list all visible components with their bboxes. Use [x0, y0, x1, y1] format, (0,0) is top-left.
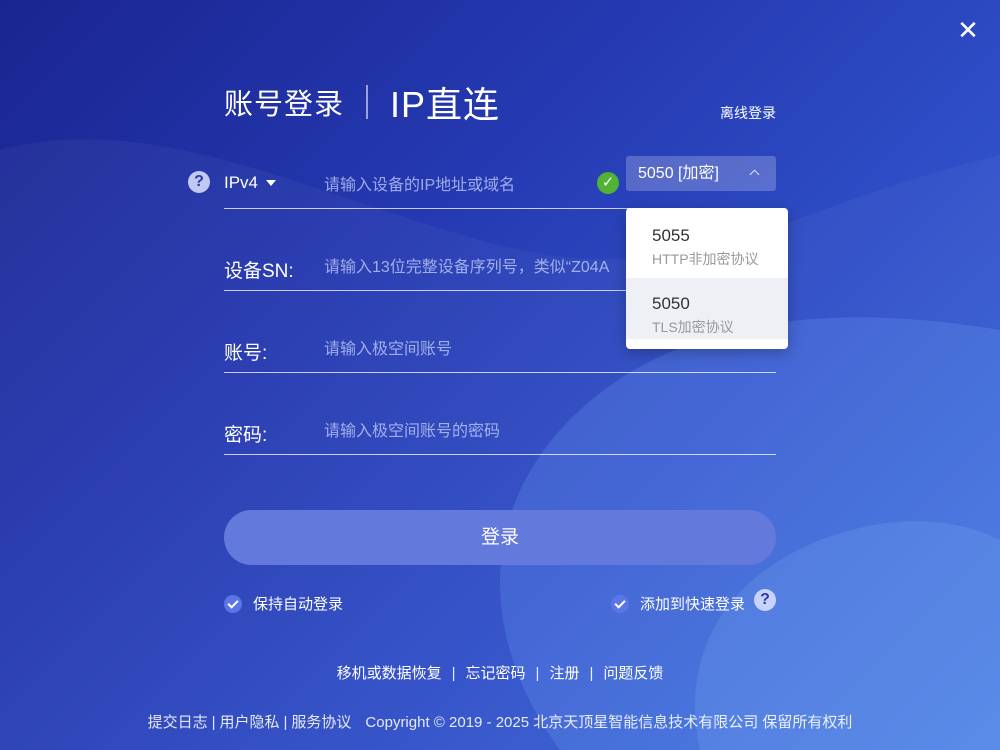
help-icon[interactable]: ? — [188, 171, 210, 193]
ip-version-label: IPv4 — [224, 173, 259, 192]
check-circle-icon: ✓ — [597, 172, 619, 194]
checkbox-checked-icon — [611, 594, 629, 613]
port-option-5055[interactable]: 5055 HTTP非加密协议 — [626, 208, 788, 278]
account-label: 账号: — [224, 343, 268, 364]
link-separator: | — [535, 665, 540, 682]
copyright-text: Copyright © 2019 - 2025 北京天顶星智能信息技术有限公司 … — [365, 714, 853, 731]
port-option-desc: TLS加密协议 — [652, 319, 734, 335]
port-option-5050[interactable]: 5050 TLS加密协议 — [626, 278, 788, 339]
login-tabs: 账号登录 IP直连 — [224, 80, 500, 125]
port-option-number: 5050 — [652, 294, 690, 313]
forgot-password-link[interactable]: 忘记密码 — [466, 665, 526, 682]
caret-down-icon — [266, 180, 277, 186]
chevron-up-icon — [749, 169, 760, 180]
password-field: 密码: — [224, 410, 776, 455]
tab-ip-direct[interactable]: IP直连 — [390, 76, 500, 128]
link-separator: | — [451, 665, 456, 682]
ip-address-input[interactable] — [322, 170, 586, 202]
footer: 提交日志 | 用户隐私 | 服务协议 Copyright © 2019 - 2025 北京… — [0, 711, 1000, 732]
port-option-number: 5055 — [652, 226, 690, 245]
login-window: ✕ 账号登录 IP直连 离线登录 ? IPv4 ✓ 5050 [加密] 5055… — [0, 0, 1000, 750]
tab-account-login[interactable]: 账号登录 — [224, 81, 344, 123]
footer-separator: | — [283, 714, 288, 731]
privacy-link[interactable]: 用户隐私 — [219, 714, 279, 731]
ip-version-select[interactable]: IPv4 — [224, 173, 277, 193]
port-dropdown: 5055 HTTP非加密协议 5050 TLS加密协议 — [626, 208, 788, 349]
register-link[interactable]: 注册 — [549, 665, 579, 682]
checkbox-checked-icon — [224, 594, 242, 613]
help-icon[interactable]: ? — [754, 589, 776, 611]
ip-field: IPv4 ✓ 5050 [加密] — [224, 156, 776, 209]
feedback-link[interactable]: 问题反馈 — [603, 665, 663, 682]
links-bar: 移机或数据恢复 | 忘记密码 | 注册 | 问题反馈 — [0, 662, 1000, 683]
keep-login-checkbox[interactable]: 保持自动登录 — [224, 593, 343, 614]
close-button[interactable]: ✕ — [954, 16, 982, 44]
close-icon: ✕ — [957, 15, 979, 45]
password-label: 密码: — [224, 425, 268, 446]
link-separator: | — [589, 665, 594, 682]
migrate-link[interactable]: 移机或数据恢复 — [337, 665, 442, 682]
login-button[interactable]: 登录 — [224, 510, 776, 565]
port-option-desc: HTTP非加密协议 — [652, 251, 759, 267]
add-quick-login-label: 添加到快速登录 — [640, 596, 746, 613]
port-select-value: 5050 [加密] — [638, 165, 719, 182]
offline-login-link[interactable]: 离线登录 — [720, 103, 776, 123]
add-quick-login-checkbox[interactable]: 添加到快速登录 — [611, 593, 745, 614]
footer-separator: | — [211, 714, 216, 731]
tab-divider — [366, 85, 369, 119]
service-agreement-link[interactable]: 服务协议 — [291, 714, 351, 731]
port-select[interactable]: 5050 [加密] — [626, 156, 776, 191]
password-input[interactable] — [322, 416, 766, 448]
keep-login-label: 保持自动登录 — [253, 596, 344, 613]
device-sn-label: 设备SN: — [224, 261, 294, 282]
device-sn-input[interactable] — [322, 252, 626, 284]
submit-log-link[interactable]: 提交日志 — [148, 714, 208, 731]
